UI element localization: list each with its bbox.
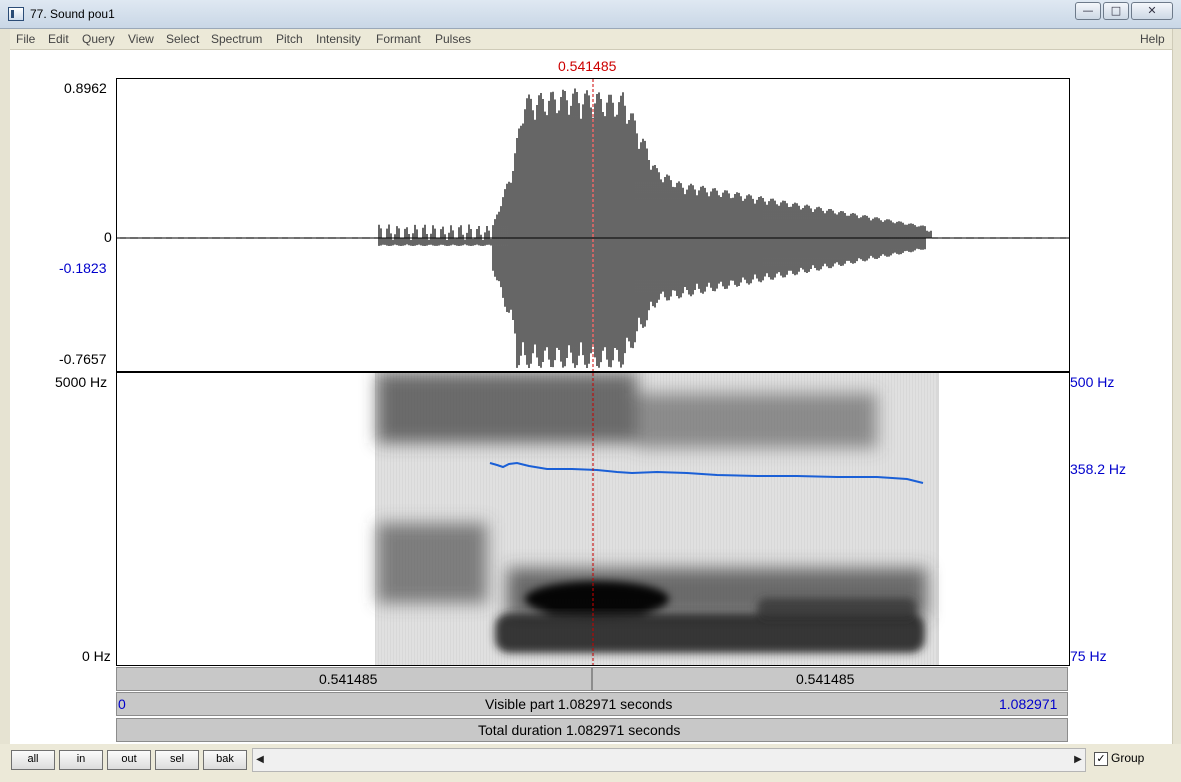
minimize-button[interactable]: — [1075,2,1101,20]
menu-pitch[interactable]: Pitch [276,32,303,46]
waveform-path [117,88,1068,368]
menu-file[interactable]: File [16,32,35,46]
waveform-marker: -0.1823 [59,260,107,276]
window-controls: — □ ✕ [1075,2,1173,20]
selection-left-bar[interactable]: 0.541485 [116,667,592,691]
zoom-back-button[interactable]: bak [203,750,247,770]
waveform-panel[interactable] [116,78,1070,372]
menu-formant[interactable]: Formant [376,32,421,46]
waveform-ymin: -0.7657 [59,351,107,367]
visible-start: 0 [118,696,126,712]
waveform-ymax: 0.8962 [64,80,107,96]
menu-spectrum[interactable]: Spectrum [211,32,262,46]
editor-canvas[interactable]: 0.541485 0.8962 0 -0.1823 -0.7657 5000 H… [10,50,1172,744]
menu-view[interactable]: View [128,32,154,46]
visible-part-label: Visible part 1.082971 seconds [485,696,673,712]
menu-pulses[interactable]: Pulses [435,32,471,46]
waveform-zero: 0 [104,229,112,245]
menu-help[interactable]: Help [1140,32,1165,46]
praat-window-icon [8,7,24,21]
zoom-in-button[interactable]: in [59,750,103,770]
window-title: 77. Sound pou1 [30,7,115,21]
menu-intensity[interactable]: Intensity [316,32,361,46]
zoom-out-button[interactable]: out [107,750,151,770]
bottom-toolbar: all in out sel bak ◀ ▶ ✓ Group [0,744,1181,782]
right-frame [1172,29,1181,744]
cursor-time-right: 0.541485 [796,671,855,687]
total-duration-label: Total duration 1.082971 seconds [478,722,681,738]
menu-bar: File Edit Query View Select Spectrum Pit… [10,29,1172,50]
zoom-all-button[interactable]: all [11,750,55,770]
group-label: Group [1111,751,1145,765]
maximize-button[interactable]: □ [1103,2,1129,20]
menu-select[interactable]: Select [166,32,199,46]
scroll-left-icon[interactable]: ◀ [253,749,267,771]
pitch-value: 358.2 Hz [1070,461,1127,477]
visible-part-bar[interactable]: 0 Visible part 1.082971 seconds 1.082971 [116,692,1068,716]
spectrogram-panel[interactable] [116,372,1070,666]
pitch-max: 500 Hz [1070,374,1115,390]
spectrogram-image [375,373,939,665]
spectrogram-fmin: 0 Hz [82,648,111,664]
menu-query[interactable]: Query [82,32,115,46]
visible-end: 1.082971 [999,696,1058,712]
pitch-min: 75 Hz [1070,648,1107,664]
group-checkbox[interactable]: ✓ [1094,752,1108,766]
spectrogram-fmax: 5000 Hz [55,374,108,390]
close-button[interactable]: ✕ [1131,2,1173,20]
scroll-right-icon[interactable]: ▶ [1071,749,1085,771]
zoom-selection-button[interactable]: sel [155,750,199,770]
cursor-time-top: 0.541485 [558,58,617,74]
waveform-trace [117,88,1068,368]
selection-right-bar[interactable]: 0.541485 [592,667,1068,691]
title-bar: 77. Sound pou1 — □ ✕ [0,0,1181,29]
horizontal-scrollbar[interactable]: ◀ ▶ [252,748,1086,772]
total-duration-bar[interactable]: Total duration 1.082971 seconds [116,718,1068,742]
cursor-time-left: 0.541485 [319,671,378,687]
menu-edit[interactable]: Edit [48,32,69,46]
